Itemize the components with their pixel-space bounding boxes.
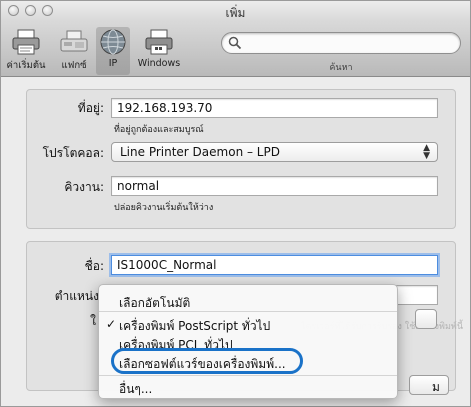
toolbar-ip-button[interactable]: IP <box>96 27 130 75</box>
ip-globe-icon <box>100 29 126 55</box>
protocol-value: Line Printer Daemon – LPD <box>120 145 280 159</box>
queue-label: คิวงาน: <box>64 180 104 194</box>
address-label: ที่อยู่: <box>77 101 104 115</box>
driver-menu: เลือกอัตโนมัติ ✓ เครื่องพิมพ์ PostScript… <box>98 284 398 399</box>
menu-item-other[interactable]: อื่นๆ... <box>119 380 152 399</box>
search-label: ค้นหา <box>329 63 353 73</box>
title-bar: เพิ่ม <box>1 1 470 21</box>
windows-printer-icon <box>145 29 173 55</box>
toolbar-ip-label: IP <box>108 58 118 69</box>
use-label: ใ <box>90 314 96 328</box>
name-field[interactable]: IS1000C_Normal <box>111 255 438 275</box>
menu-separator <box>99 311 397 312</box>
queue-hint: ปล่อยคิวงานเริ่มต้นให้ว่าง <box>114 203 214 213</box>
toolbar-default-label: ค่าเริ่มต้น <box>6 60 46 71</box>
menu-item-select-printer-software[interactable]: เลือกซอฟต์แวร์ของเครื่องพิมพ์... <box>111 348 303 374</box>
toolbar-windows-button[interactable]: Windows <box>134 27 184 75</box>
protocol-popup[interactable]: Line Printer Daemon – LPD ▲ ▼ <box>111 142 438 162</box>
toolbar-fax-label: แฟกซ์ <box>61 60 87 71</box>
add-button-label: ม <box>432 380 440 394</box>
toolbar-windows-label: Windows <box>137 58 181 69</box>
highlight-oval <box>111 348 303 374</box>
default-printer-icon <box>12 29 40 55</box>
toolbar-default-button[interactable]: ค่าเริ่มต้น <box>4 27 48 75</box>
add-printer-window: เพิ่ม ค่าเริ่มต้น แฟกซ์ IP Windows ค้นหา… <box>0 0 471 407</box>
menu-separator <box>99 375 397 376</box>
name-label: ชื่อ: <box>84 259 104 273</box>
queue-field[interactable]: normal <box>111 176 438 196</box>
toolbar: ค่าเริ่มต้น แฟกซ์ IP Windows ค้นหา <box>1 21 470 77</box>
add-button[interactable]: ม <box>409 375 449 395</box>
location-field[interactable] <box>396 285 438 305</box>
checkmark-icon: ✓ <box>106 317 117 331</box>
toolbar-fax-button[interactable]: แฟกซ์ <box>56 27 92 75</box>
protocol-label: โปรโตคอล: <box>42 146 104 160</box>
use-popup[interactable] <box>415 309 437 329</box>
search-input[interactable] <box>221 32 461 54</box>
menu-item-generic-postscript[interactable]: เครื่องพิมพ์ PostScript ทั่วไป <box>119 317 270 336</box>
fax-icon <box>60 30 88 52</box>
address-hint: ที่อยู่ถูกต้องและสมบูรณ์ <box>114 125 204 135</box>
location-label: ตำแหน่ง <box>54 289 99 303</box>
address-field[interactable]: 192.168.193.70 <box>111 98 438 118</box>
search-icon <box>228 36 242 50</box>
popup-arrows-icon: ▲ ▼ <box>423 143 430 161</box>
